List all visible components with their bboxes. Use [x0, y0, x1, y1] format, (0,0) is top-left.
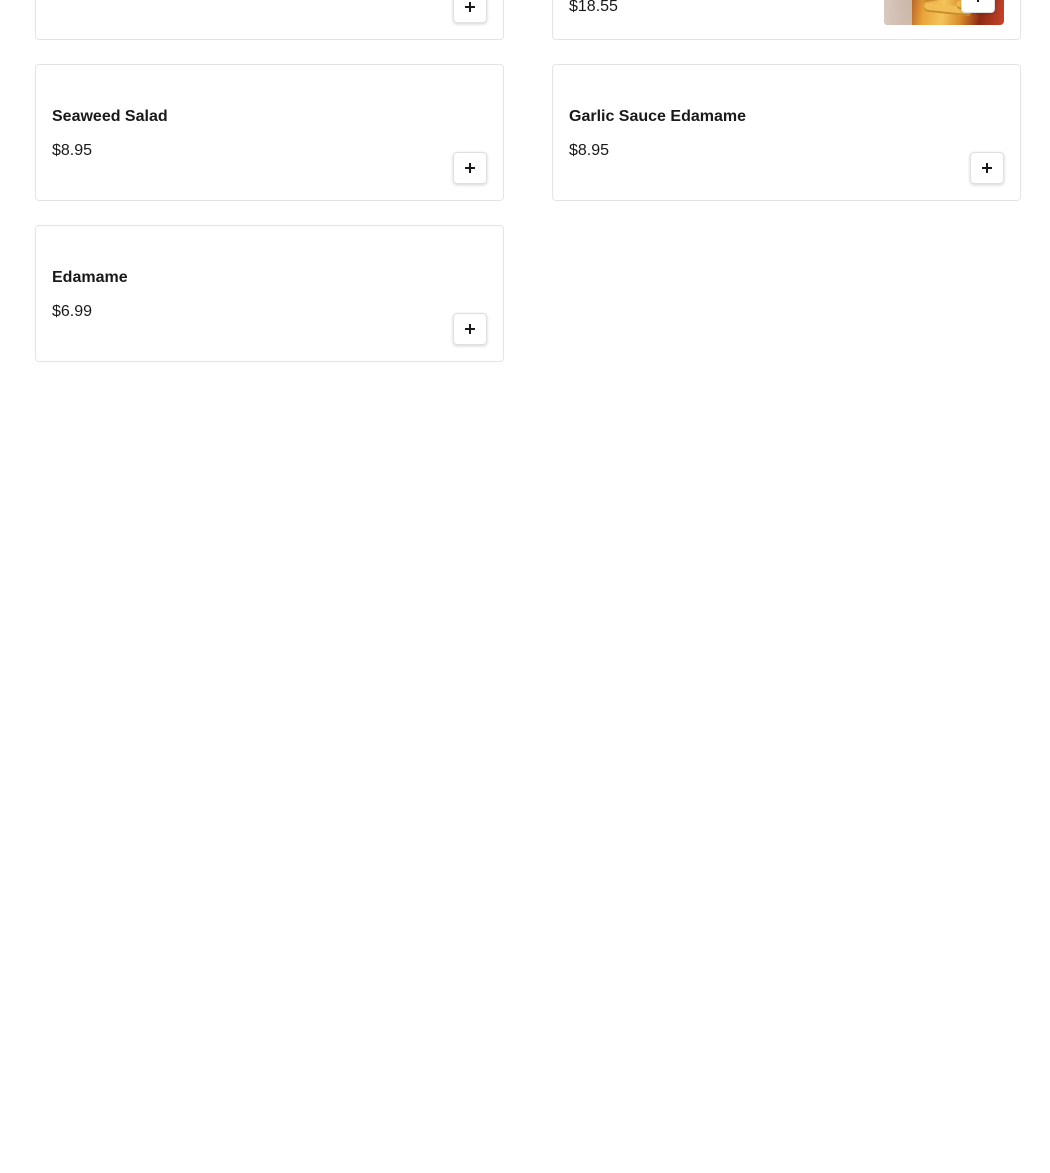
item-price: $6.99 [52, 303, 93, 320]
add-item-button[interactable] [961, 0, 995, 13]
menu-page: $18.55 Seaweed Salad $8.95 Garlic Sauce … [0, 0, 1050, 1173]
add-item-button[interactable] [970, 152, 1004, 184]
add-item-button[interactable] [453, 0, 487, 23]
menu-item-card[interactable]: Seaweed Salad $8.95 [35, 64, 504, 201]
item-price: $18.55 [569, 0, 618, 15]
item-price: $8.95 [52, 142, 93, 159]
add-item-button[interactable] [453, 152, 487, 184]
plus-icon [982, 163, 992, 173]
menu-item-card[interactable]: Edamame $6.99 [35, 225, 504, 362]
plus-icon [465, 324, 475, 334]
item-price: $8.95 [569, 142, 610, 159]
item-name: Edamame [52, 269, 128, 286]
add-item-button[interactable] [453, 313, 487, 345]
plus-icon [465, 2, 475, 12]
menu-item-card[interactable] [35, 0, 504, 40]
plus-icon [465, 163, 475, 173]
plus-icon [973, 0, 983, 2]
item-name: Seaweed Salad [52, 108, 168, 125]
item-name: Garlic Sauce Edamame [569, 108, 746, 125]
menu-item-card[interactable]: Garlic Sauce Edamame $8.95 [552, 64, 1021, 201]
menu-item-card[interactable]: $18.55 [552, 0, 1021, 40]
